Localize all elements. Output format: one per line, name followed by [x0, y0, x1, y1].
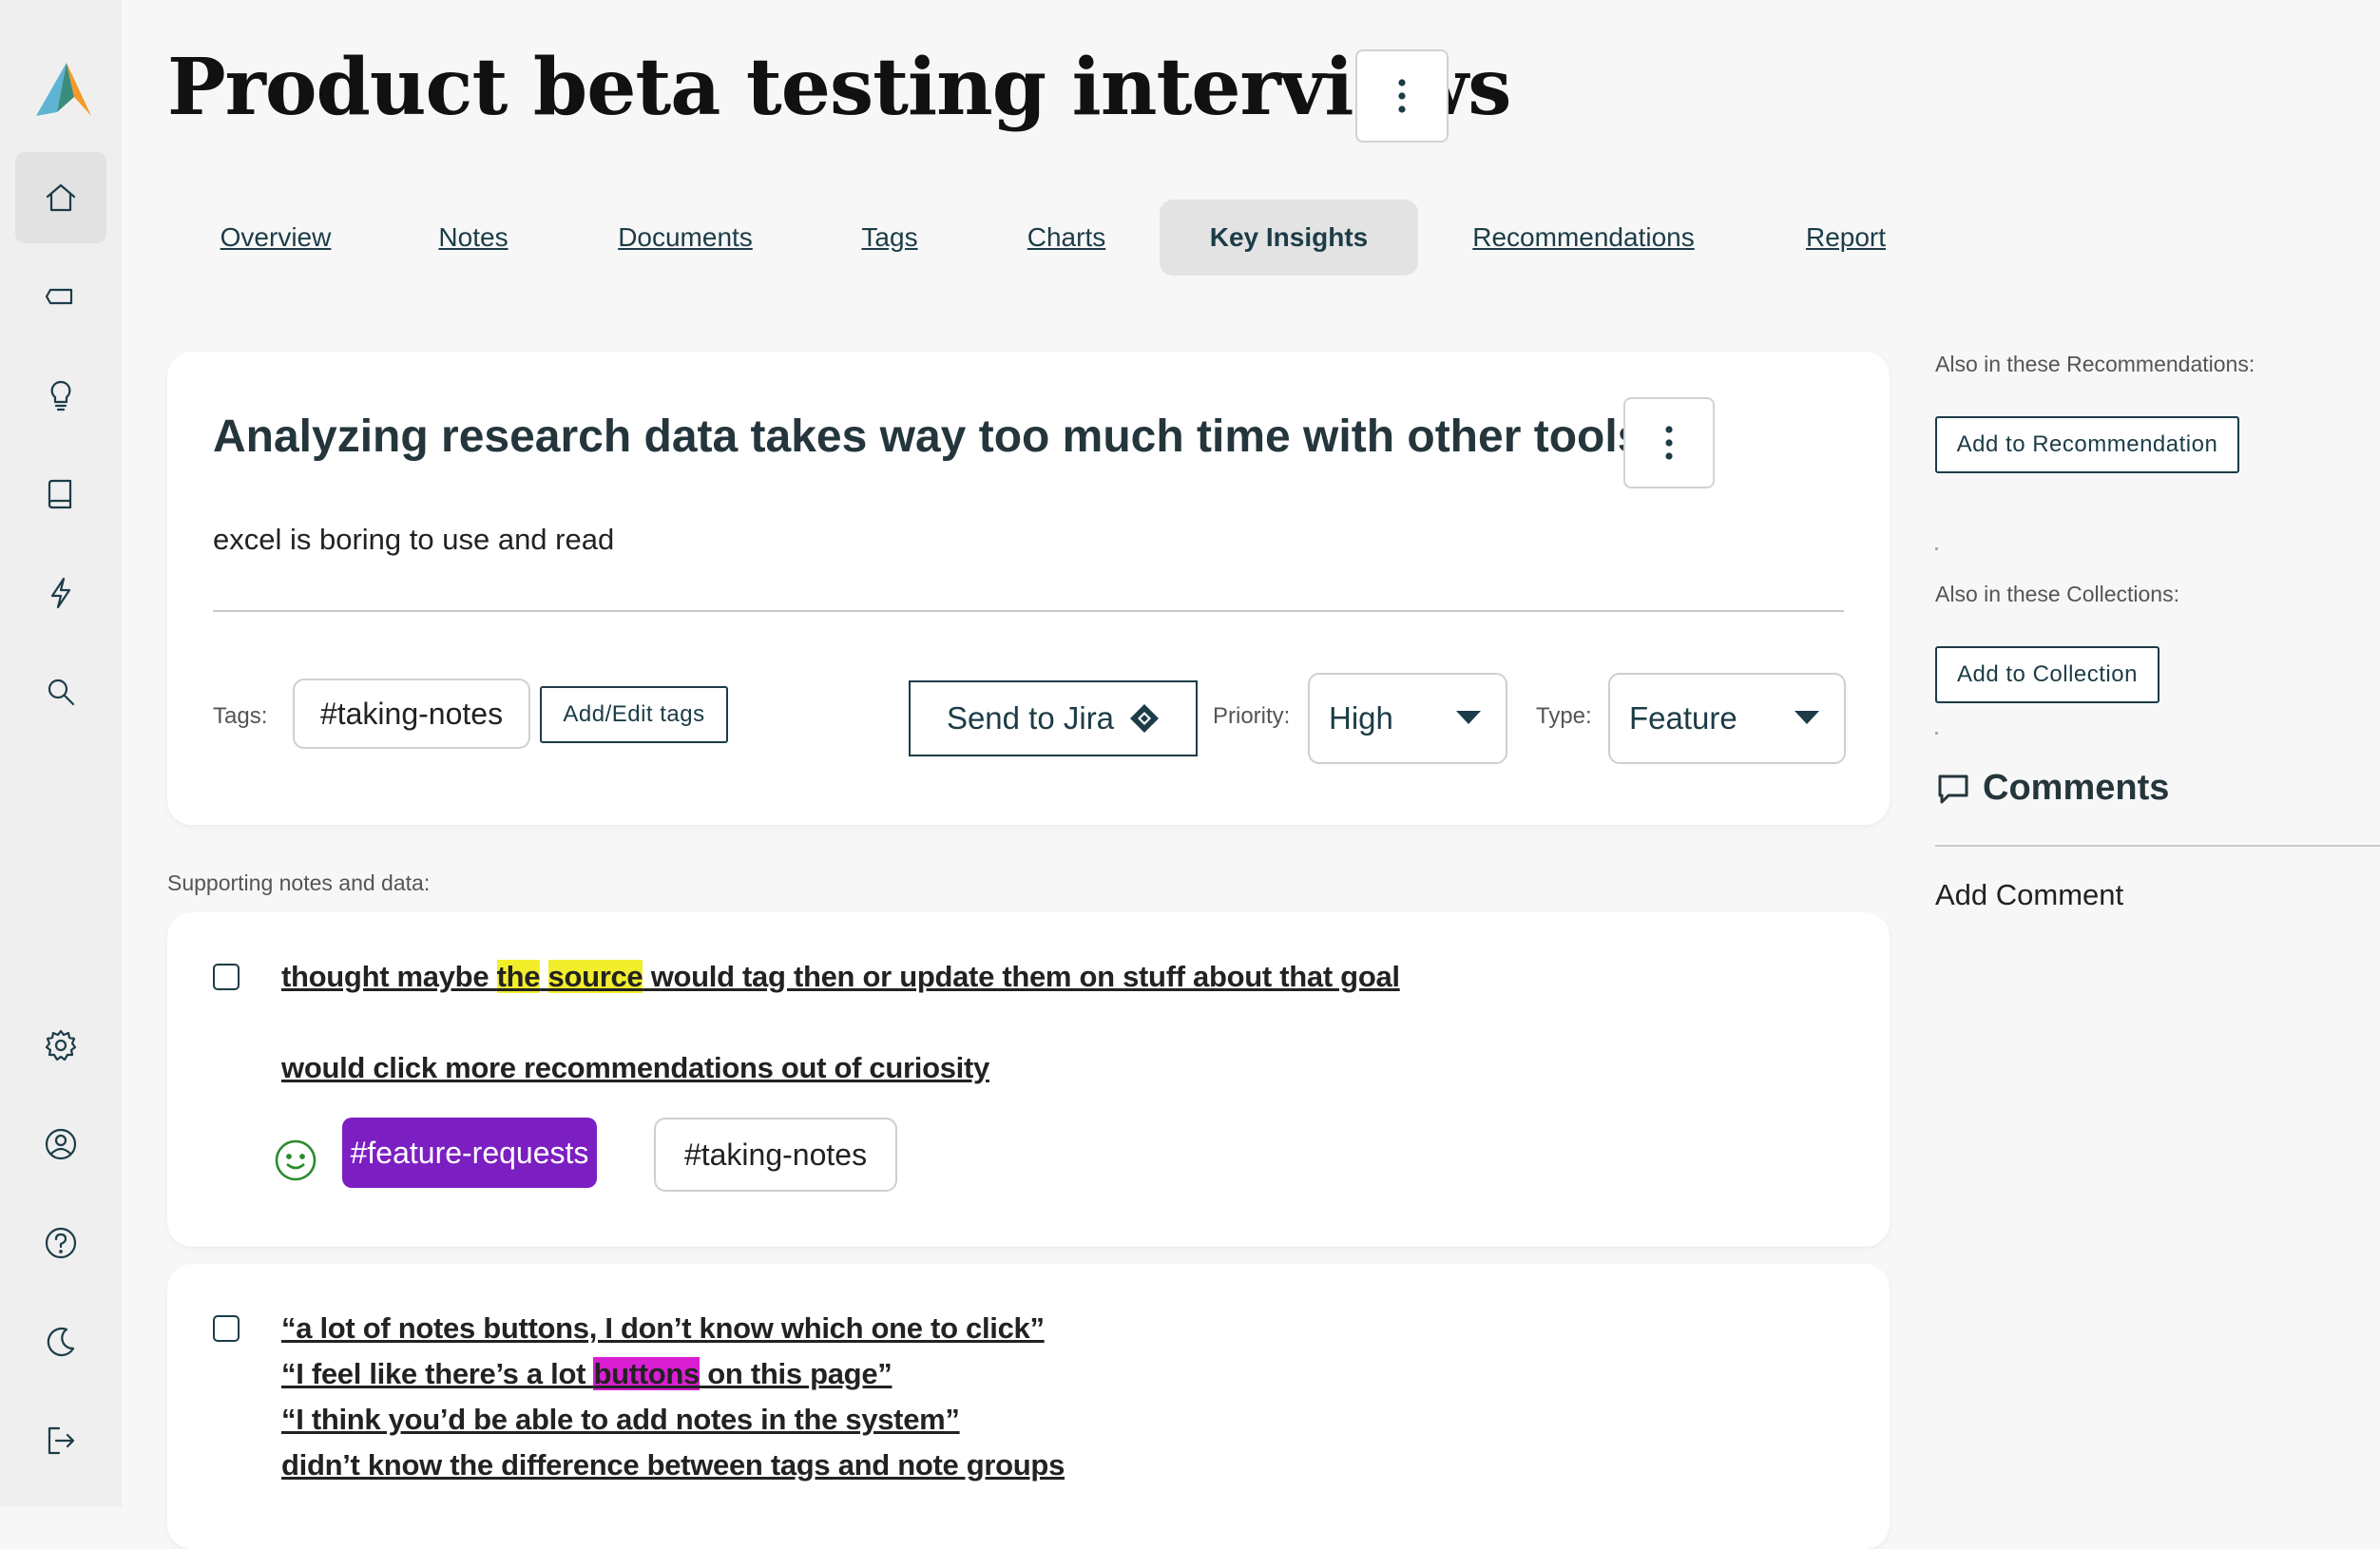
tab-report[interactable]: Report: [1787, 200, 1905, 276]
project-menu-button[interactable]: [1355, 49, 1449, 143]
recommendations-label: Also in these Recommendations:: [1935, 352, 2255, 376]
comments-heading: Comments: [1937, 768, 2169, 809]
note-text[interactable]: “I feel like there’s a lot buttons on th…: [281, 1357, 892, 1391]
comments-title: Comments: [1983, 768, 2170, 808]
type-select[interactable]: Feature: [1608, 673, 1846, 764]
caret-down-icon: [1456, 711, 1481, 724]
lightbulb-icon[interactable]: [15, 350, 106, 441]
type-value: Feature: [1629, 700, 1737, 736]
tab-recommendations[interactable]: Recommendations: [1460, 200, 1707, 276]
page-title: Product beta testing interviews: [167, 42, 1511, 133]
tab-notes[interactable]: Notes: [420, 200, 527, 276]
add-to-collection-button[interactable]: Add to Collection: [1935, 646, 2159, 703]
tags-label: Tags:: [213, 703, 268, 729]
priority-select[interactable]: High: [1308, 673, 1507, 764]
insight-card: Analyzing research data takes way too mu…: [167, 352, 1890, 825]
note-text-segment: on this page”: [699, 1357, 892, 1390]
note-text-segment: [540, 960, 547, 993]
book-icon[interactable]: [15, 449, 106, 540]
note-text[interactable]: didn’t know the difference between tags …: [281, 1448, 1065, 1482]
dark-mode-icon[interactable]: [15, 1296, 106, 1387]
highlight-magenta: buttons: [593, 1357, 700, 1390]
tab-charts[interactable]: Charts: [1013, 200, 1120, 276]
positive-sentiment-icon[interactable]: [274, 1138, 317, 1182]
jira-icon: [1130, 704, 1160, 733]
tab-documents[interactable]: Documents: [599, 200, 772, 276]
divider: [213, 610, 1844, 612]
insight-menu-button[interactable]: [1623, 397, 1715, 488]
send-to-jira-label: Send to Jira: [946, 700, 1115, 736]
priority-value: High: [1329, 700, 1393, 736]
comment-icon: [1938, 774, 1968, 803]
collections-label: Also in these Collections:: [1935, 582, 2179, 606]
note-text-segment: “I feel like there’s a lot: [281, 1357, 594, 1390]
supporting-notes-label: Supporting notes and data:: [167, 870, 431, 895]
sidebar: [0, 0, 122, 1507]
settings-icon[interactable]: [15, 1000, 106, 1091]
divider: [1935, 845, 2380, 847]
note-text[interactable]: “a lot of notes buttons, I don’t know wh…: [281, 1311, 1045, 1346]
add-comment-button[interactable]: Add Comment: [1935, 878, 2123, 912]
user-account-icon[interactable]: [15, 1099, 106, 1190]
tag-chip-feature-requests[interactable]: #feature-requests: [342, 1118, 597, 1188]
separator-dot: [1935, 547, 1938, 550]
caret-down-icon: [1795, 711, 1819, 724]
add-to-recommendation-button[interactable]: Add to Recommendation: [1935, 416, 2239, 473]
note-text[interactable]: “I think you’d be able to add notes in t…: [281, 1403, 960, 1437]
search-icon[interactable]: [15, 646, 106, 737]
note-text[interactable]: would click more recommendations out of …: [281, 1051, 989, 1085]
app-logo[interactable]: [32, 59, 93, 120]
note-text-segment: thought maybe: [281, 960, 497, 993]
note-card: “a lot of notes buttons, I don’t know wh…: [167, 1264, 1890, 1549]
note-checkbox[interactable]: [213, 964, 240, 990]
insight-title[interactable]: Analyzing research data takes way too mu…: [213, 411, 1642, 463]
more-vertical-icon: [1665, 426, 1673, 460]
tag-chip-taking-notes[interactable]: #taking-notes: [654, 1118, 897, 1192]
lightning-icon[interactable]: [15, 547, 106, 639]
tab-key-insights[interactable]: Key Insights: [1160, 200, 1418, 276]
logout-icon[interactable]: [15, 1395, 106, 1486]
note-card: thought maybe the source would tag then …: [167, 912, 1890, 1247]
highlight-yellow: the: [496, 960, 541, 993]
priority-label: Priority:: [1213, 703, 1291, 729]
home-icon[interactable]: [15, 152, 106, 243]
tab-tags[interactable]: Tags: [842, 200, 937, 276]
type-label: Type:: [1536, 703, 1592, 729]
note-checkbox[interactable]: [213, 1315, 240, 1342]
separator-dot: [1935, 732, 1938, 735]
send-to-jira-button[interactable]: Send to Jira: [909, 680, 1198, 756]
tag-chip[interactable]: #taking-notes: [293, 679, 530, 749]
add-edit-tags-button[interactable]: Add/Edit tags: [540, 686, 728, 743]
note-text-segment: would tag then or update them on stuff a…: [643, 960, 1400, 993]
note-text[interactable]: thought maybe the source would tag then …: [281, 960, 1400, 994]
insight-description[interactable]: excel is boring to use and read: [213, 523, 614, 557]
highlight-yellow: source: [547, 960, 643, 993]
tag-icon[interactable]: [15, 251, 106, 342]
more-vertical-icon: [1398, 79, 1406, 113]
help-icon[interactable]: [15, 1197, 106, 1289]
tab-overview[interactable]: Overview: [205, 200, 346, 276]
